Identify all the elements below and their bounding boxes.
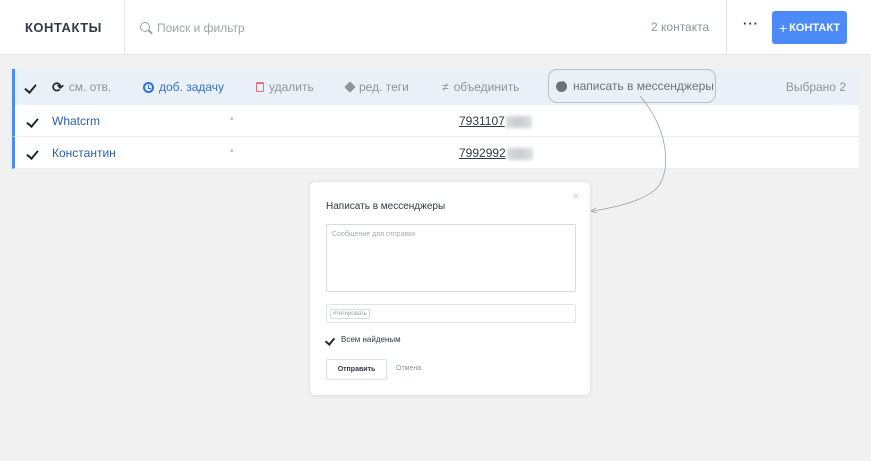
search-placeholder: Поиск и фильтр <box>157 21 245 35</box>
add-contact-button[interactable]: + КОНТАКТ <box>772 11 847 44</box>
delete-button[interactable]: удалить <box>256 69 314 105</box>
write-messengers-button[interactable]: написать в мессенджеры <box>548 69 716 103</box>
selected-count: Выбрано 2 <box>785 80 846 94</box>
table-row[interactable]: Константин • 7992992 <box>12 137 859 169</box>
merge-icon: ≠ <box>442 80 449 94</box>
change-responsible-button[interactable]: ⟳ см. отв. <box>52 69 111 105</box>
tags-input[interactable]: #тегировать <box>326 304 576 323</box>
add-task-button[interactable]: доб. задачу <box>143 69 224 105</box>
contact-name-link[interactable]: Whatcrm <box>52 114 100 128</box>
all-found-label: Всем найденым <box>341 335 401 344</box>
swap-icon: ⟳ <box>52 78 64 95</box>
checkmark-icon <box>26 82 38 92</box>
row-checkbox[interactable] <box>28 116 40 126</box>
header-divider <box>124 0 125 55</box>
header-divider <box>726 0 727 55</box>
select-all-checkbox[interactable] <box>26 69 38 105</box>
merge-label: объединить <box>453 80 520 94</box>
dialog-title: Написать в мессенджеры <box>326 201 446 212</box>
search-icon <box>140 22 153 35</box>
table-row[interactable]: Whatcrm • 7931107 <box>12 105 859 137</box>
write-messengers-label: написать в мессенджеры <box>573 79 714 93</box>
status-dot: • <box>230 146 234 157</box>
cancel-link[interactable]: Отмена <box>396 365 421 372</box>
row-checkbox[interactable] <box>28 148 40 158</box>
contacts-count: 2 контакта <box>651 20 710 34</box>
tag-icon <box>344 81 356 93</box>
contact-phone-link[interactable]: 7992992 <box>459 146 533 160</box>
search-filter-field[interactable]: Поиск и фильтр <box>140 18 540 38</box>
delete-label: удалить <box>269 80 314 94</box>
all-found-checkbox[interactable]: Всем найденым <box>326 335 401 344</box>
more-options-button[interactable]: ··· <box>743 16 759 31</box>
add-task-label: доб. задачу <box>159 80 225 94</box>
message-textarea[interactable] <box>326 224 576 292</box>
phone-number: 7992992 <box>459 146 506 160</box>
page-header: КОНТАКТЫ Поиск и фильтр 2 контакта ··· +… <box>0 0 871 55</box>
trash-icon <box>256 82 264 92</box>
close-icon[interactable]: × <box>573 191 579 203</box>
blurred-digits <box>506 147 533 160</box>
plus-icon: + <box>778 19 788 36</box>
write-messengers-dialog: Написать в мессенджеры × #тегировать Все… <box>309 181 591 396</box>
change-responsible-label: см. отв. <box>68 80 112 94</box>
edit-tags-button[interactable]: ред. теги <box>344 69 409 105</box>
page-title: КОНТАКТЫ <box>25 20 102 35</box>
contact-name-link[interactable]: Константин <box>52 146 116 160</box>
blurred-digits <box>505 115 532 128</box>
bulk-actions-toolbar: ⟳ см. отв. доб. задачу удалить ред. теги… <box>12 69 859 105</box>
checkmark-icon <box>326 336 335 344</box>
merge-button[interactable]: ≠ объединить <box>442 69 519 105</box>
tag-placeholder-chip: #тегировать <box>330 308 370 319</box>
chat-icon <box>556 77 567 92</box>
contact-phone-link[interactable]: 7931107 <box>459 114 532 128</box>
add-contact-label: КОНТАКТ <box>789 21 841 34</box>
status-dot: • <box>230 114 234 125</box>
phone-number: 7931107 <box>459 114 505 128</box>
edit-tags-label: ред. теги <box>359 80 409 94</box>
send-button[interactable]: Отправить <box>326 359 387 380</box>
clock-icon <box>143 81 154 93</box>
